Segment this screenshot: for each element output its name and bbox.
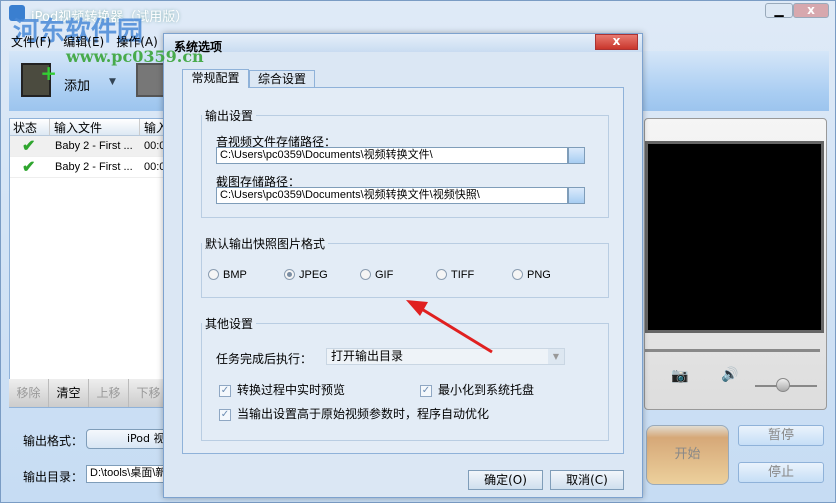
checkbox-icon[interactable]: ✓	[219, 408, 231, 421]
after-task-label: 任务完成后执行：	[216, 352, 313, 366]
start-button[interactable]: 开始	[646, 425, 729, 485]
av-path-browse-button[interactable]	[568, 147, 585, 164]
dir-label: 输出目录：	[23, 470, 84, 484]
table-row[interactable]: ✔ Baby 2 - First ... 00:0	[10, 136, 168, 157]
check-icon: ✔	[22, 138, 36, 155]
format-label: 输出格式：	[23, 434, 84, 448]
check-icon: ✔	[22, 159, 36, 176]
menu-file[interactable]: 文件(F)	[11, 35, 51, 49]
row-file: Baby 2 - First ...	[55, 140, 133, 152]
checkbox-label: 当输出设置高于原始视频参数时，程序自动优化	[237, 407, 490, 421]
radio-label: TIFF	[451, 269, 475, 281]
radio-label: BMP	[223, 269, 247, 281]
radio-gif[interactable]: GIF	[360, 267, 436, 281]
cancel-button[interactable]: 取消(C)	[550, 470, 624, 490]
tab-advanced[interactable]: 综合设置	[249, 70, 315, 88]
tab-content: 输出设置 音视频文件存储路径： C:\Users\pc0359\Document…	[182, 87, 624, 454]
checkbox-tray[interactable]: ✓ 最小化到系统托盘	[420, 381, 534, 398]
stop-button[interactable]: 停止	[738, 462, 824, 483]
list-buttons: 移除 清空 上移 下移	[9, 379, 169, 407]
pause-button[interactable]: 暂停	[738, 425, 824, 446]
col-status[interactable]: 状态	[10, 119, 50, 135]
after-task-select[interactable]: 打开输出目录	[326, 348, 565, 365]
add-button[interactable]: 添加	[64, 75, 90, 94]
checkbox-auto-optimize[interactable]: ✓ 当输出设置高于原始视频参数时，程序自动优化	[219, 405, 489, 422]
add-film-icon: +	[21, 61, 57, 97]
checkbox-icon[interactable]: ✓	[420, 384, 432, 397]
volume-icon[interactable]: 🔊	[721, 367, 738, 383]
video-preview-panel: 📷 🔊	[644, 118, 827, 410]
radio-png[interactable]: PNG	[512, 267, 588, 281]
output-group-label: 输出设置	[202, 107, 257, 124]
clear-button[interactable]: 清空	[49, 379, 89, 407]
format-group-label: 默认输出快照图片格式	[202, 235, 329, 252]
radio-icon[interactable]	[284, 269, 295, 280]
seek-bar[interactable]	[645, 349, 820, 352]
close-button[interactable]: x	[793, 3, 829, 18]
col-input-file[interactable]: 输入文件	[50, 119, 140, 135]
file-list: 状态 输入文件 输入 ✔ Baby 2 - First ... 00:0 ✔ B…	[9, 118, 169, 408]
video-screen	[645, 141, 824, 333]
other-group-label: 其他设置	[202, 315, 257, 332]
radio-icon[interactable]	[436, 269, 447, 280]
dialog-titlebar: 系统选项 x	[164, 34, 642, 54]
row-file: Baby 2 - First ...	[55, 161, 133, 173]
radio-bmp[interactable]: BMP	[208, 267, 284, 281]
radio-label: GIF	[375, 269, 394, 281]
ok-button[interactable]: 确定(O)	[468, 470, 543, 490]
move-up-button[interactable]: 上移	[89, 379, 129, 407]
remove-button[interactable]: 移除	[9, 379, 49, 407]
radio-label: PNG	[527, 269, 551, 281]
shot-path-browse-button[interactable]	[568, 187, 585, 204]
checkbox-label: 最小化到系统托盘	[438, 383, 535, 397]
checkbox-preview[interactable]: ✓ 转换过程中实时预览	[219, 381, 345, 398]
add-dropdown-icon[interactable]: ▼	[109, 77, 116, 87]
radio-label: JPEG	[299, 269, 328, 281]
camera-icon[interactable]: 📷	[671, 368, 688, 384]
table-row[interactable]: ✔ Baby 2 - First ... 00:0	[10, 157, 168, 178]
tab-general[interactable]: 常规配置	[182, 69, 249, 88]
av-path-input[interactable]: C:\Users\pc0359\Documents\视频转换文件\	[216, 147, 568, 164]
list-header: 状态 输入文件 输入	[10, 119, 168, 136]
format-radio-group: BMP JPEG GIF TIFF PNG	[208, 267, 588, 281]
watermark-url: www.pc0359.cn	[66, 47, 204, 66]
checkbox-label: 转换过程中实时预览	[237, 383, 346, 397]
checkbox-icon[interactable]: ✓	[219, 384, 231, 397]
chevron-down-icon[interactable]: ▼	[548, 349, 564, 364]
radio-icon[interactable]	[360, 269, 371, 280]
minimize-button[interactable]: ▁	[765, 3, 793, 18]
radio-icon[interactable]	[208, 269, 219, 280]
radio-icon[interactable]	[512, 269, 523, 280]
shot-path-input[interactable]: C:\Users\pc0359\Documents\视频转换文件\视频快照\	[216, 187, 568, 204]
radio-tiff[interactable]: TIFF	[436, 267, 512, 281]
system-options-dialog: 系统选项 x 常规配置 综合设置 输出设置 音视频文件存储路径： C:\User…	[163, 33, 643, 498]
edit-film-icon[interactable]	[136, 63, 166, 97]
dialog-close-button[interactable]: x	[595, 34, 638, 50]
radio-jpeg[interactable]: JPEG	[284, 267, 360, 281]
volume-knob[interactable]	[775, 378, 790, 392]
